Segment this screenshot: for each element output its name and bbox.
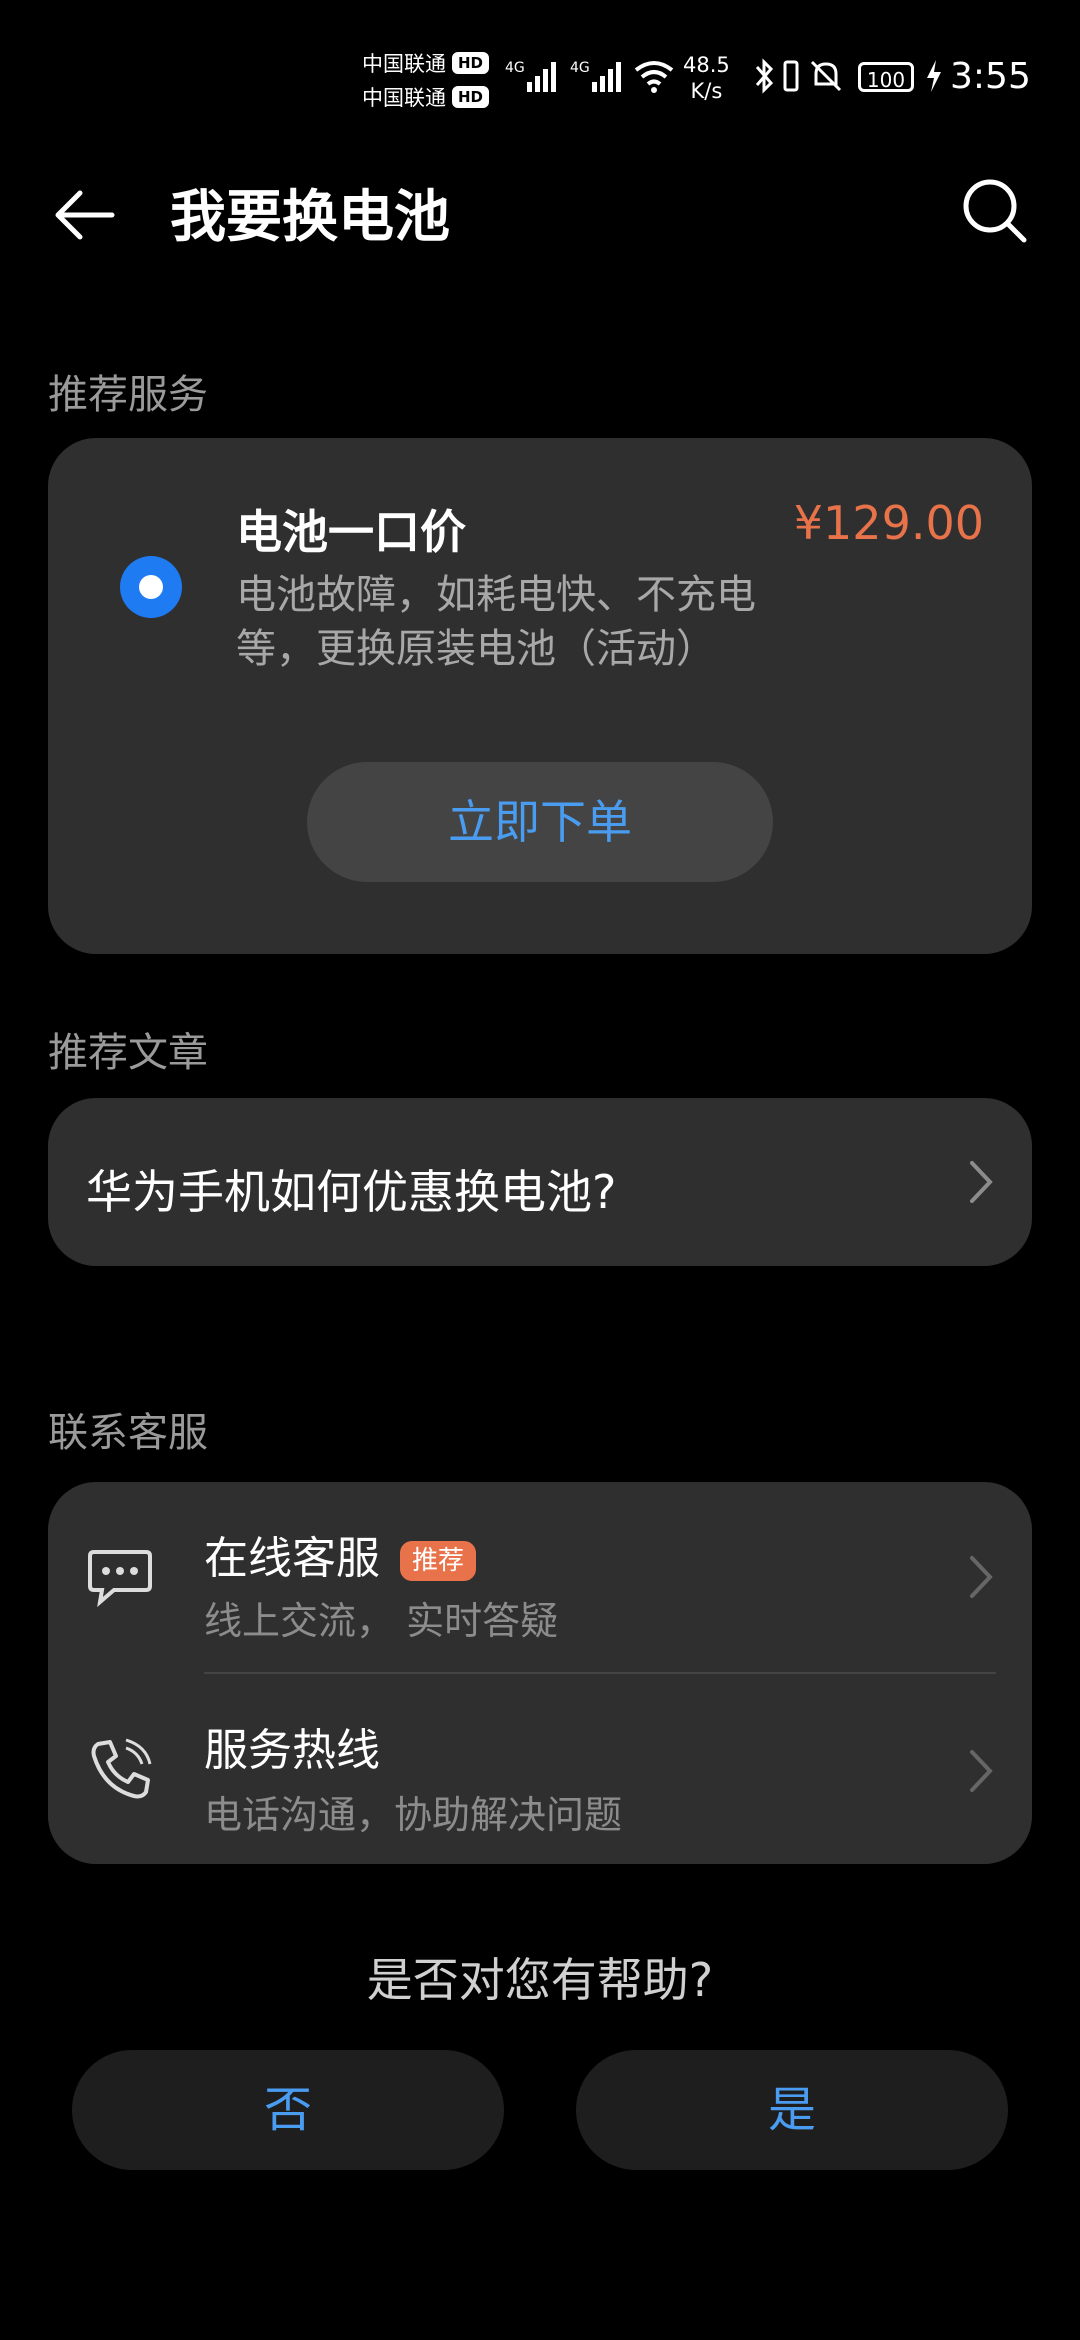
section-label-contact: 联系客服 [48, 1410, 208, 1456]
carrier-1: 中国联通 [362, 52, 446, 76]
battery-indicator: 100 [858, 62, 914, 92]
network-speed: 48.5 K/s [683, 52, 730, 104]
order-now-button[interactable]: 立即下单 [307, 762, 773, 882]
contact-online-label: 在线客服 [204, 1533, 380, 1584]
contact-hotline-title: 服务热线 [204, 1725, 380, 1776]
service-description: 电池故障，如耗电快、不充电等，更换原装电池（活动） [236, 572, 756, 672]
hd-badge: HD [452, 86, 490, 108]
contact-hotline-subtitle: 电话沟通，协助解决问题 [204, 1793, 623, 1837]
bluetooth-icon [755, 58, 774, 94]
contact-online-subtitle: 线上交流， 实时答疑 [204, 1599, 559, 1643]
section-label-service: 推荐服务 [48, 372, 208, 418]
service-card: 电池一口价 ¥129.00 电池故障，如耗电快、不充电等，更换原装电池（活动） … [48, 438, 1032, 954]
signal-icon: 4G [505, 60, 556, 92]
status-bar: 中国联通 HD 中国联通 HD 4G 4G 48.5 K/s 100 3:55 [0, 0, 1080, 150]
speed-unit: K/s [690, 79, 723, 103]
chevron-right-icon [970, 1161, 993, 1203]
speed-value: 48.5 [683, 53, 730, 77]
feedback-yes-button[interactable]: 是 [576, 2050, 1008, 2170]
service-radio[interactable] [120, 556, 182, 618]
section-label-article: 推荐文章 [48, 1030, 208, 1076]
article-title: 华为手机如何优惠换电池? [86, 1165, 617, 1219]
article-card[interactable]: 华为手机如何优惠换电池? [48, 1098, 1032, 1266]
carrier-info: 中国联通 HD 中国联通 HD [362, 46, 492, 114]
chat-bubble-icon [88, 1550, 152, 1608]
contact-online-title: 在线客服 推荐 [204, 1522, 477, 1586]
back-arrow-icon[interactable] [50, 180, 120, 250]
recommend-badge: 推荐 [400, 1541, 477, 1581]
service-price: ¥129.00 [793, 496, 984, 550]
clock: 3:55 [950, 56, 1031, 97]
page-title: 我要换电池 [170, 185, 450, 250]
carrier-2: 中国联通 [362, 86, 446, 110]
divider [204, 1672, 996, 1674]
feedback-question: 是否对您有帮助? [366, 1953, 714, 2007]
wifi-icon [634, 61, 674, 93]
phone-icon [91, 1738, 152, 1799]
chevron-right-icon [970, 1556, 993, 1598]
hd-badge: HD [452, 52, 490, 74]
signal-icon: 4G [570, 60, 621, 92]
contact-card: 在线客服 推荐 线上交流， 实时答疑 服务热线 电话沟通，协助解决问题 [48, 1482, 1032, 1864]
svg-text:4G: 4G [505, 60, 525, 76]
feedback-no-button[interactable]: 否 [72, 2050, 504, 2170]
search-icon[interactable] [960, 176, 1030, 246]
service-title: 电池一口价 [236, 505, 466, 559]
svg-text:4G: 4G [570, 60, 590, 76]
vibrate-icon [783, 60, 799, 92]
charging-icon [927, 60, 941, 92]
mute-bell-icon [810, 60, 842, 92]
chevron-right-icon [970, 1750, 993, 1792]
